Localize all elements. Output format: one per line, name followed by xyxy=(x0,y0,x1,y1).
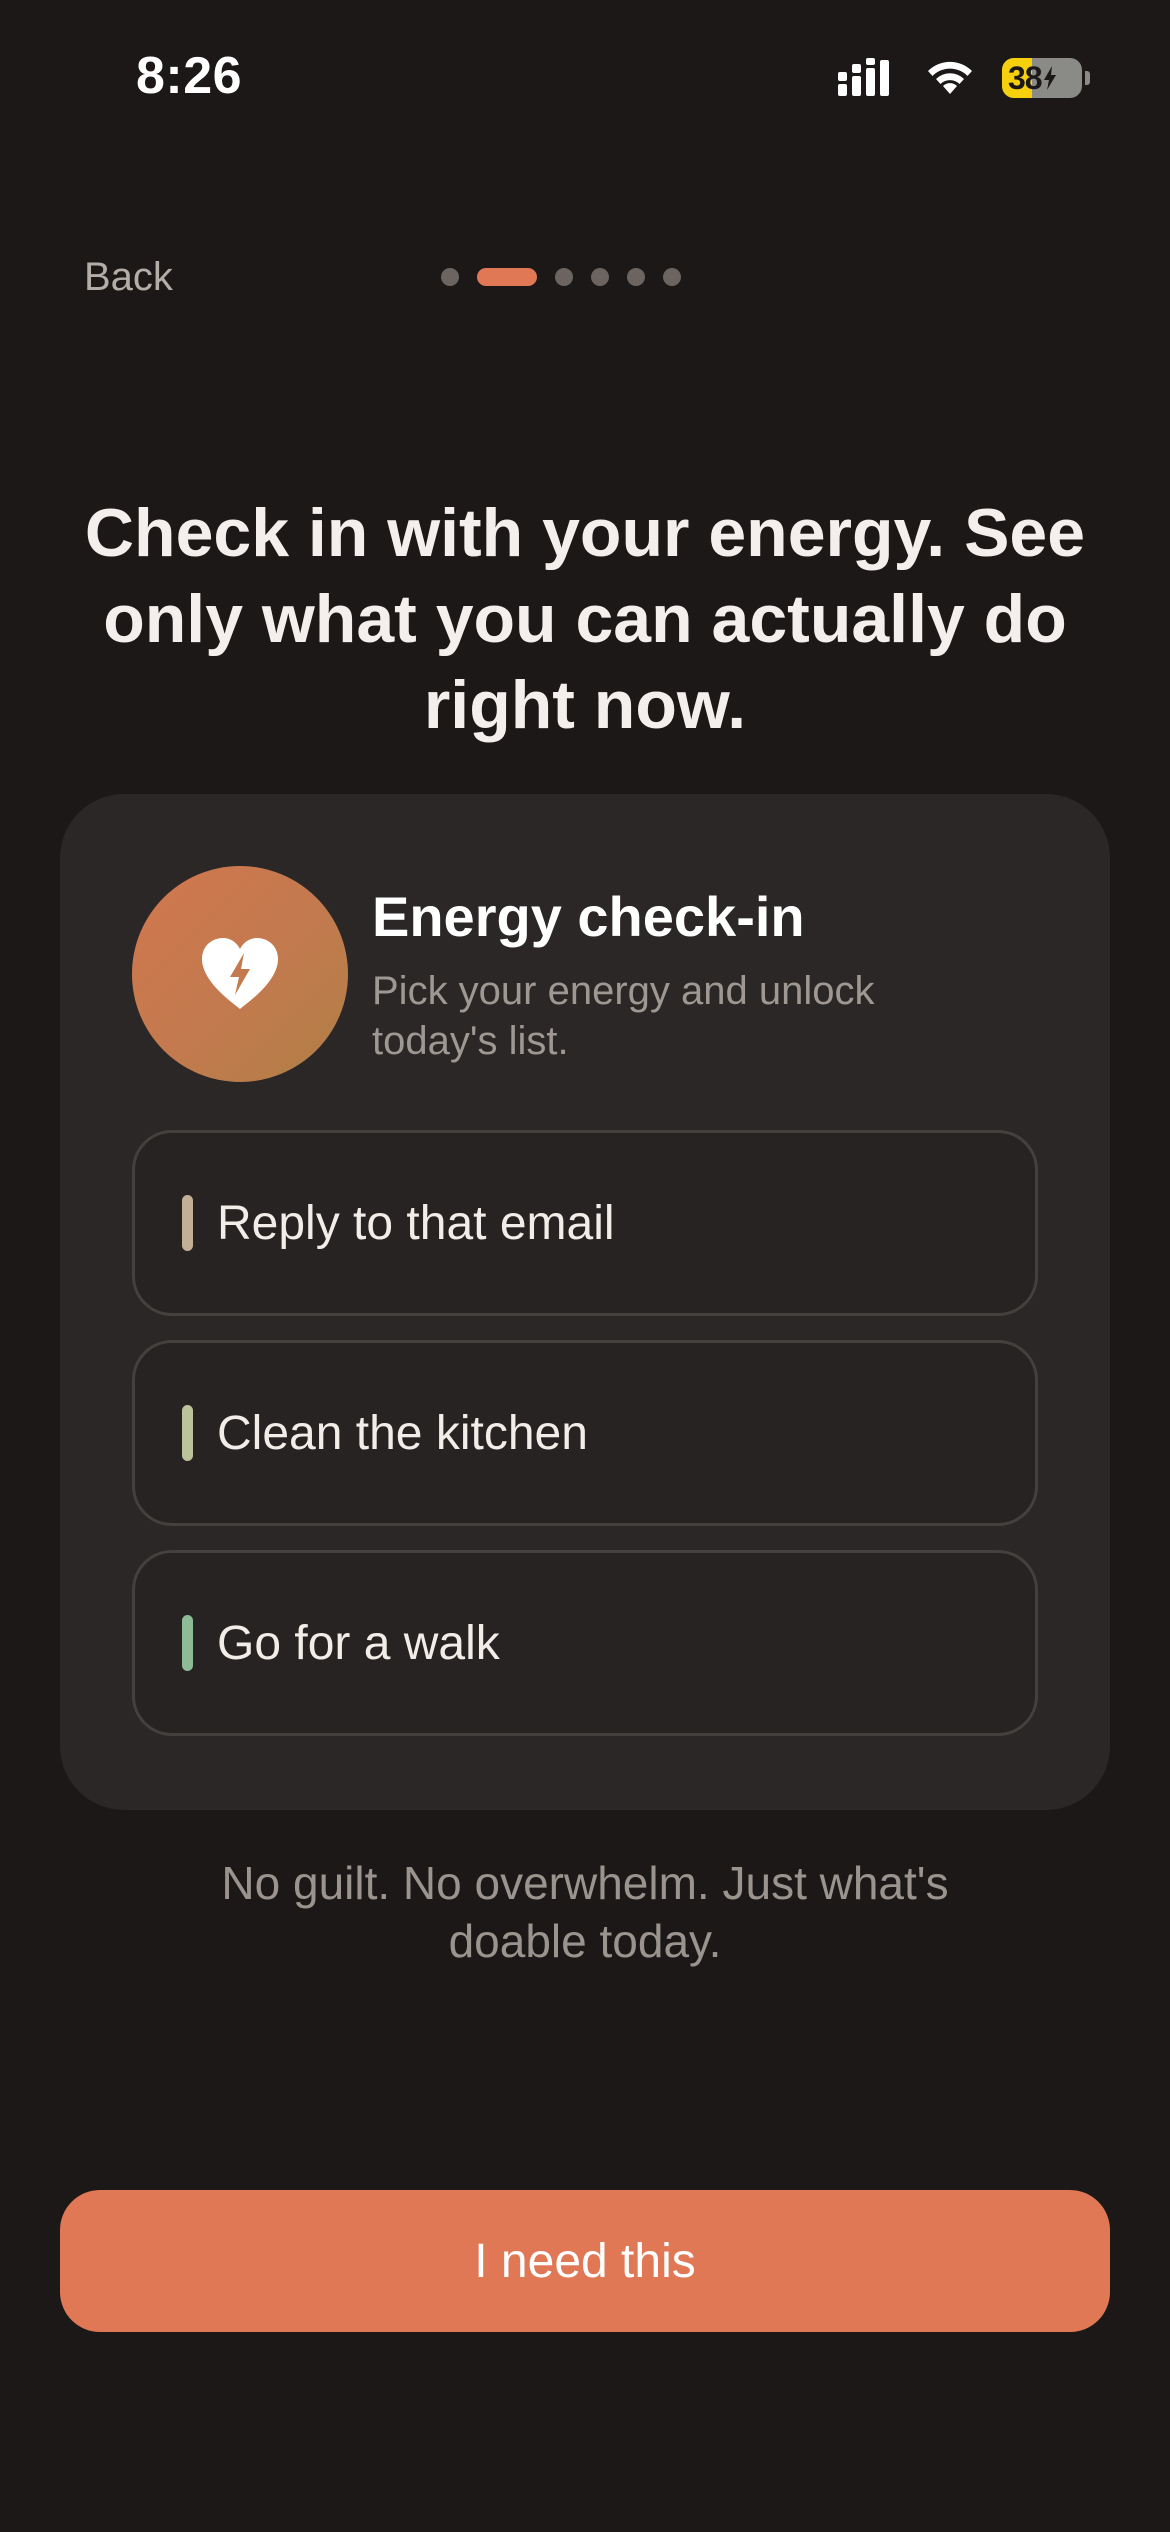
card-subtitle: Pick your energy and unlock today's list… xyxy=(372,969,875,1063)
task-label: Clean the kitchen xyxy=(217,1406,588,1460)
page-dot xyxy=(591,268,609,286)
card-title: Energy check-in xyxy=(372,885,805,948)
task-label: Reply to that email xyxy=(217,1196,615,1250)
charging-bolt-icon xyxy=(1043,66,1056,90)
signal-icon xyxy=(838,58,889,96)
page-dot xyxy=(663,268,681,286)
reassurance-text: No guilt. No overwhelm. Just what's doab… xyxy=(221,1857,949,1967)
battery-level: 38 xyxy=(1008,59,1043,96)
page-title: Check in with your energy. See only what… xyxy=(84,495,1086,743)
heart-bolt-icon xyxy=(202,938,278,1009)
page-dot xyxy=(441,268,459,286)
task-item[interactable]: Clean the kitchen xyxy=(132,1340,1038,1526)
battery-icon: 38 xyxy=(1002,58,1090,98)
task-item[interactable]: Go for a walk xyxy=(132,1550,1038,1736)
energy-avatar xyxy=(132,866,348,1082)
back-button[interactable]: Back xyxy=(84,255,173,300)
i-need-this-button[interactable]: I need this xyxy=(60,2190,1110,2332)
page-indicator xyxy=(441,268,681,286)
energy-marker xyxy=(182,1615,193,1671)
task-item[interactable]: Reply to that email xyxy=(132,1130,1038,1316)
energy-checkin-card: Energy check-in Pick your energy and unl… xyxy=(60,794,1110,1810)
status-time: 8:26 xyxy=(136,47,243,105)
task-label: Go for a walk xyxy=(217,1616,500,1670)
status-icons: 38 xyxy=(838,56,1090,100)
page-dot-active xyxy=(477,268,537,286)
page-dot xyxy=(555,268,573,286)
energy-marker xyxy=(182,1195,193,1251)
page-dot xyxy=(627,268,645,286)
wifi-icon xyxy=(928,61,972,94)
energy-marker xyxy=(182,1405,193,1461)
